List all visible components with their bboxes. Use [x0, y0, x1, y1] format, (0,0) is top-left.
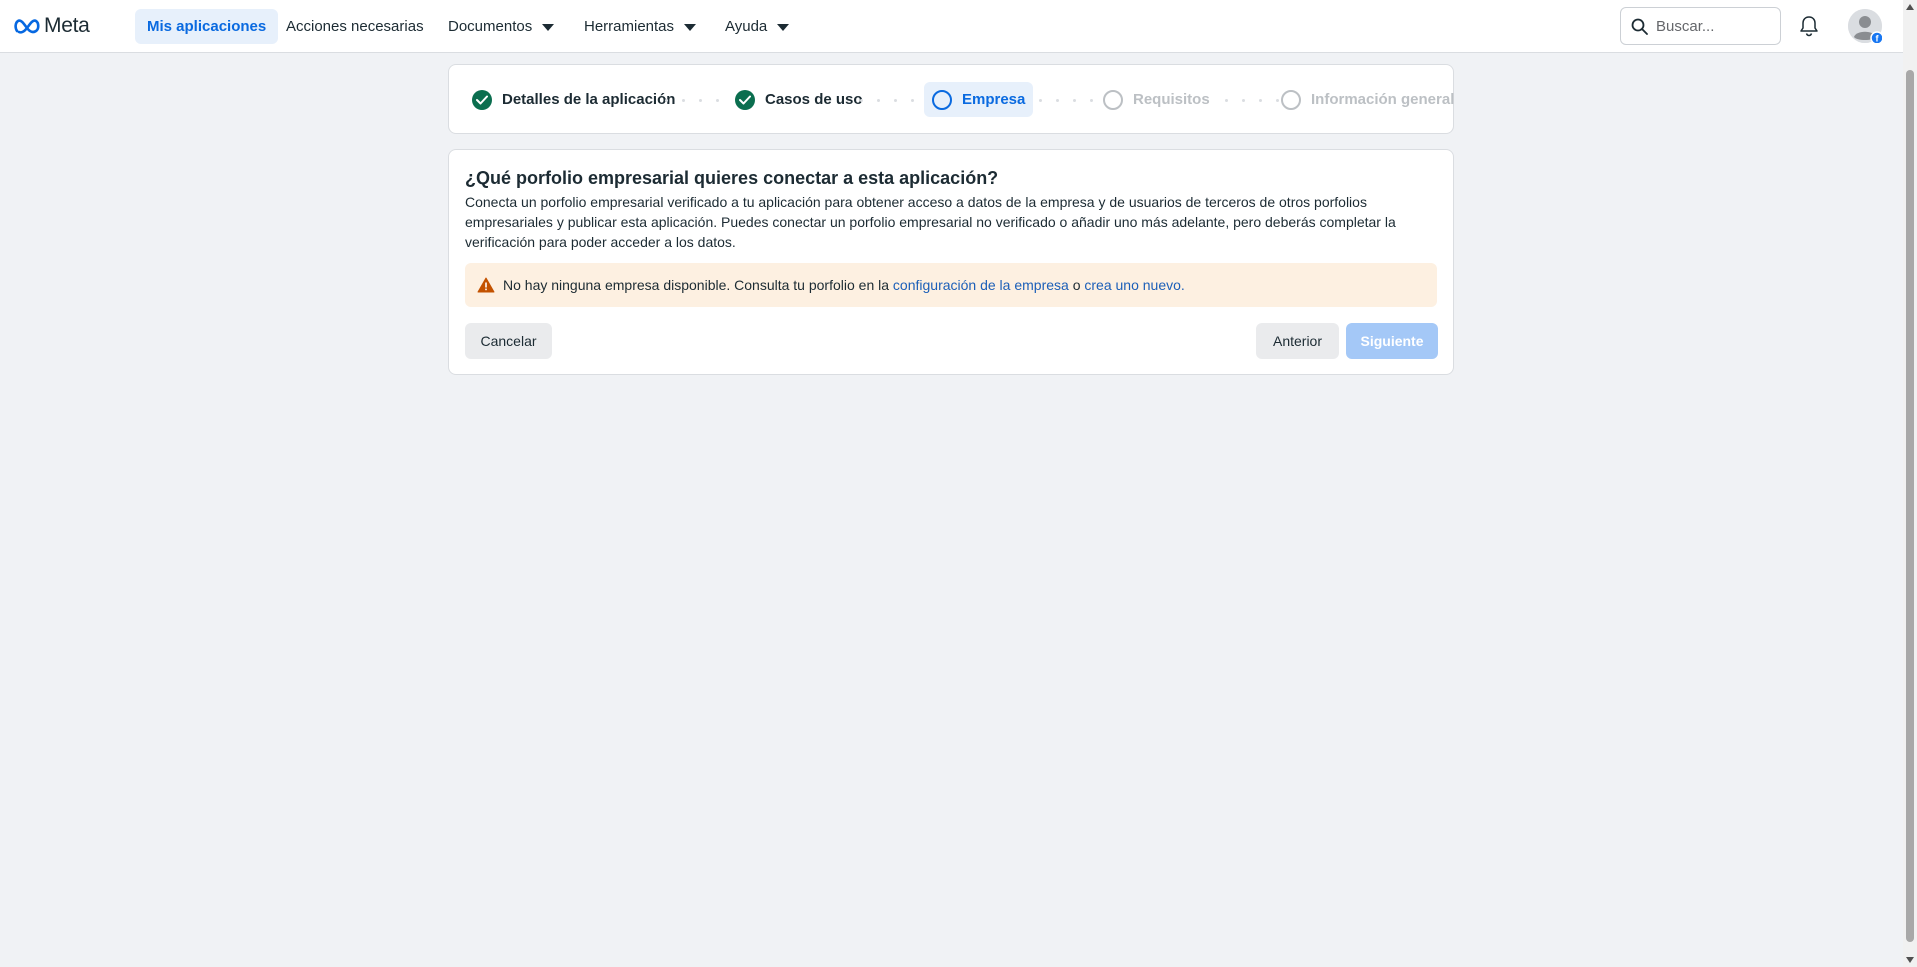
step-connector — [860, 99, 914, 102]
nav-my-apps[interactable]: Mis aplicaciones — [135, 9, 279, 44]
avatar-icon: f — [1848, 9, 1884, 45]
business-settings-link[interactable]: configuración de la empresa — [893, 277, 1069, 293]
step-label: Empresa — [962, 91, 1026, 108]
nav-help-label: Ayuda — [725, 18, 768, 35]
step-label: Información general — [1311, 91, 1455, 108]
step-app-details[interactable]: Detalles de la aplicación — [464, 82, 683, 117]
step-requirements[interactable]: Requisitos — [1095, 82, 1218, 117]
meta-logo-text: Meta — [44, 14, 90, 37]
step-use-cases[interactable]: Casos de uso — [727, 82, 871, 117]
create-new-link[interactable]: crea uno nuevo. — [1084, 277, 1184, 293]
step-overview[interactable]: Información general — [1273, 82, 1462, 117]
step-label: Casos de uso — [765, 91, 863, 108]
check-icon — [735, 89, 755, 110]
top-navigation-bar: Meta Mis aplicaciones Acciones necesaria… — [0, 0, 1903, 53]
step-connector — [665, 99, 719, 102]
warning-banner: No hay ninguna empresa disponible. Consu… — [465, 263, 1437, 307]
nav-required-actions-label: Acciones necesarias — [286, 18, 424, 35]
chevron-down-icon — [777, 24, 790, 31]
step-label: Requisitos — [1133, 91, 1210, 108]
pending-step-ring-icon — [1281, 89, 1301, 110]
step-label: Detalles de la aplicación — [502, 91, 676, 108]
nav-tools-label: Herramientas — [584, 18, 675, 35]
nav-my-apps-label: Mis aplicaciones — [147, 18, 267, 35]
check-icon — [472, 89, 492, 110]
search-box[interactable] — [1620, 7, 1781, 45]
step-connector — [1039, 99, 1093, 102]
search-input[interactable] — [1656, 17, 1774, 35]
progress-stepper: Detalles de la aplicación Casos de uso E… — [448, 64, 1454, 134]
description-text: Conecta un porfolio empresarial verifica… — [465, 194, 1396, 250]
cancel-button[interactable]: Cancelar — [465, 323, 552, 359]
page-scrollbar[interactable] — [1903, 0, 1917, 967]
scroll-down-arrow-icon[interactable] — [1906, 957, 1914, 963]
notifications-button[interactable] — [1796, 13, 1822, 39]
previous-button[interactable]: Anterior — [1256, 323, 1339, 359]
current-step-ring-icon — [932, 89, 952, 110]
chevron-down-icon — [542, 24, 555, 31]
warning-text: No hay ninguna empresa disponible. Consu… — [503, 277, 893, 293]
nav-tools[interactable]: Herramientas — [572, 9, 708, 44]
meta-logo[interactable]: Meta — [14, 14, 90, 38]
pending-step-ring-icon — [1103, 89, 1123, 110]
scroll-thumb[interactable] — [1906, 70, 1914, 942]
meta-logo-icon — [14, 19, 40, 34]
scroll-up-arrow-icon[interactable] — [1906, 4, 1914, 10]
nav-required-actions[interactable]: Acciones necesarias — [274, 9, 436, 44]
nav-documents-label: Documentos — [448, 18, 533, 35]
page-title: ¿Qué porfolio empresarial quieres conect… — [465, 168, 999, 188]
warning-text-connector: o — [1068, 277, 1085, 293]
warning-icon — [477, 277, 495, 293]
search-icon — [1631, 18, 1648, 35]
avatar[interactable]: f — [1848, 9, 1884, 45]
business-portfolio-card: ¿Qué porfolio empresarial quieres conect… — [448, 149, 1454, 375]
next-button[interactable]: Siguiente — [1346, 323, 1438, 359]
chevron-down-icon — [684, 24, 697, 31]
nav-documents[interactable]: Documentos — [436, 9, 566, 44]
step-connector — [1225, 99, 1279, 102]
nav-help[interactable]: Ayuda — [713, 9, 801, 44]
step-business[interactable]: Empresa — [924, 82, 1034, 117]
bell-icon — [1800, 16, 1818, 37]
